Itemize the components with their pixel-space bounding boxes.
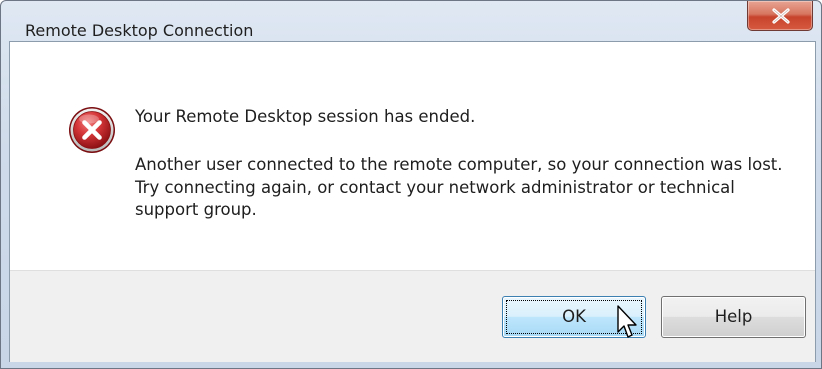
help-button-label: Help (714, 307, 753, 326)
title-bar[interactable]: Remote Desktop Connection (1, 1, 821, 40)
button-bar: OK Help (10, 270, 815, 362)
error-icon (69, 107, 115, 153)
mouse-cursor-icon (617, 305, 637, 338)
message-area: Your Remote Desktop session has ended. A… (10, 42, 815, 270)
dialog-window: Remote Desktop Connection Your Remote De… (0, 0, 822, 369)
message-body: Another user connected to the remote com… (135, 155, 783, 219)
message-heading: Your Remote Desktop session has ended. (135, 107, 476, 126)
window-title: Remote Desktop Connection (25, 21, 254, 40)
dialog-client-area: Your Remote Desktop session has ended. A… (9, 41, 816, 362)
ok-button-label: OK (562, 307, 586, 326)
close-icon (772, 8, 790, 24)
help-button[interactable]: Help (661, 296, 806, 338)
close-button[interactable] (747, 1, 813, 31)
